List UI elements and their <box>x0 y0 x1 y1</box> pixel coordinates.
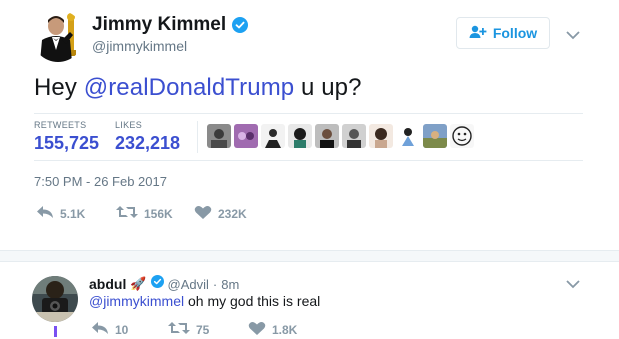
stats-vertical-divider <box>197 121 198 153</box>
tweet-text-before: Hey <box>34 74 84 101</box>
reply-author-avatar[interactable] <box>32 276 78 322</box>
reply-like-action[interactable]: 1.8K <box>248 321 297 339</box>
tweet-text-after: u up? <box>294 74 362 101</box>
verified-badge-icon <box>150 275 164 293</box>
tweet-text: Hey @realDonaldTrump u up? <box>34 74 362 102</box>
liker-avatar[interactable] <box>207 124 231 148</box>
liker-avatar[interactable] <box>342 124 366 148</box>
author-avatar[interactable] <box>32 10 84 62</box>
author-handle[interactable]: @jimmykimmel <box>92 38 187 54</box>
likes-value: 232,218 <box>115 133 181 153</box>
reply-like-count: 1.8K <box>272 323 298 337</box>
follow-button-label: Follow <box>492 25 538 41</box>
retweet-action[interactable]: 156K <box>116 205 173 222</box>
reply-text: @jimmykimmel oh my god this is real <box>89 293 320 309</box>
tweet-timestamp[interactable]: 7:50 PM - 26 Feb 2017 <box>34 174 167 189</box>
conversation-separator <box>0 250 619 262</box>
retweets-label: RETWEETS <box>34 120 87 130</box>
reply-time[interactable]: 8m <box>221 277 239 292</box>
liker-avatar[interactable] <box>261 124 285 148</box>
likes-label: LIKES <box>115 120 143 130</box>
reply-icon <box>91 321 109 338</box>
reply-mention-link[interactable]: @jimmykimmel <box>89 293 184 309</box>
reply-retweet-action[interactable]: 75 <box>168 321 209 338</box>
like-count: 232K <box>218 207 247 221</box>
stats-top-divider <box>34 113 583 114</box>
tweet-mention-link[interactable]: @realDonaldTrump <box>84 74 295 101</box>
reply-action[interactable]: 5.1K <box>36 205 85 222</box>
liker-avatar[interactable] <box>450 124 474 148</box>
liker-avatar[interactable] <box>288 124 312 148</box>
heart-icon <box>194 205 212 223</box>
photographer-avatar-icon <box>32 276 78 322</box>
reply-reply-action[interactable]: 10 <box>91 321 128 338</box>
tuxedo-avatar-icon <box>32 10 84 62</box>
liker-avatar[interactable] <box>369 124 393 148</box>
retweets-stat[interactable]: RETWEETS 155,725 <box>34 120 99 154</box>
liker-avatar[interactable] <box>234 124 258 148</box>
retweet-count: 156K <box>144 206 173 221</box>
retweets-value: 155,725 <box>34 133 100 153</box>
reply-header: abdul 🚀 @Advil · 8m <box>89 275 239 293</box>
reply-reply-count: 10 <box>115 322 129 337</box>
author-name[interactable]: Jimmy Kimmel <box>92 14 226 36</box>
liker-avatar[interactable] <box>396 124 420 148</box>
verified-badge-icon <box>232 17 249 33</box>
reply-name-emoji: 🚀 <box>130 276 147 291</box>
reply-retweet-count: 75 <box>196 322 210 337</box>
likes-stat[interactable]: LIKES 232,218 <box>115 120 180 154</box>
thread-connector-line <box>54 326 57 337</box>
liker-avatar[interactable] <box>315 124 339 148</box>
reply-count: 5.1K <box>60 206 86 221</box>
reply-author-handle[interactable]: @Advil <box>168 277 209 292</box>
like-action[interactable]: 232K <box>194 205 247 223</box>
follow-button[interactable]: Follow <box>456 17 550 49</box>
reply-author-name[interactable]: abdul <box>89 276 126 292</box>
add-person-icon <box>469 25 487 42</box>
liker-avatar[interactable] <box>423 124 447 148</box>
heart-icon <box>248 321 266 339</box>
stats-bottom-divider <box>34 160 583 161</box>
reply-icon <box>36 205 54 222</box>
tweet-options-chevron-icon[interactable] <box>566 27 580 45</box>
liker-avatars <box>207 124 474 148</box>
reply-body: oh my god this is real <box>184 293 321 309</box>
reply-options-chevron-icon[interactable] <box>566 276 580 294</box>
retweet-icon <box>168 321 190 338</box>
reply-meta-separator: · <box>212 276 218 292</box>
author-name-row[interactable]: Jimmy Kimmel <box>92 14 249 36</box>
retweet-icon <box>116 205 138 222</box>
